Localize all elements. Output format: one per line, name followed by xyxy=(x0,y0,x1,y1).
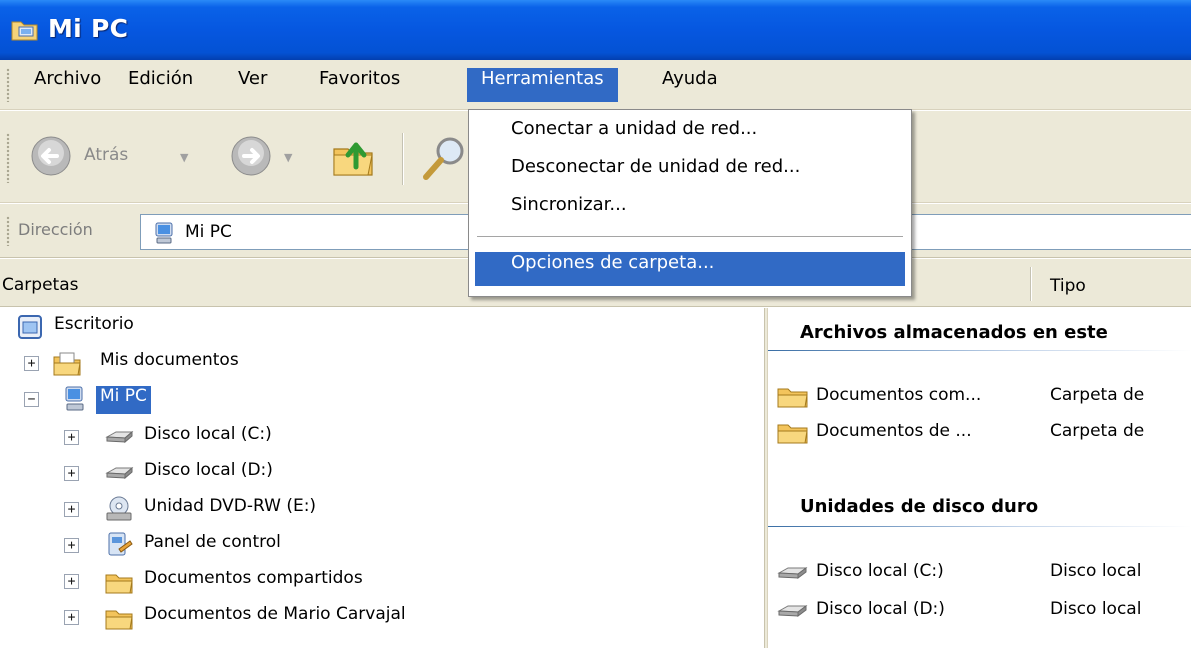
menu-archivo[interactable]: Archivo xyxy=(20,68,115,102)
group-title-stored-files: Archivos almacenados en este xyxy=(800,322,1108,343)
forward-dropdown-icon[interactable]: ▼ xyxy=(284,151,292,164)
tree-label: Disco local (D:) xyxy=(144,460,273,480)
group-divider xyxy=(768,526,1191,527)
folder-icon xyxy=(777,424,808,444)
menu-favoritos[interactable]: Favoritos xyxy=(305,68,414,102)
expand-plus-icon[interactable]: + xyxy=(64,610,79,625)
my-documents-icon xyxy=(53,352,81,376)
menu-bar: Archivo Edición Ver Favoritos Herramient… xyxy=(0,60,1191,110)
tree-label: Mis documentos xyxy=(100,350,239,370)
tree-label: Escritorio xyxy=(54,314,134,334)
expand-plus-icon[interactable]: + xyxy=(64,466,79,481)
up-folder-button[interactable] xyxy=(330,133,380,183)
hard-disk-icon xyxy=(777,567,808,579)
search-magnifier-icon xyxy=(423,137,464,180)
tree-label: Documentos de Mario Carvajal xyxy=(144,604,406,624)
menu-ver[interactable]: Ver xyxy=(224,68,281,102)
item-type: Carpeta de xyxy=(1050,421,1145,441)
folders-pane-title: Carpetas xyxy=(2,275,79,295)
item-name: Documentos de ... xyxy=(816,421,972,441)
hard-disk-icon xyxy=(105,430,134,444)
item-name: Disco local (D:) xyxy=(816,599,945,619)
group-divider xyxy=(768,350,1191,351)
item-name: Documentos com... xyxy=(816,385,982,405)
column-separator[interactable] xyxy=(1030,267,1032,301)
folder-icon xyxy=(105,610,133,630)
menu-separator xyxy=(477,236,903,237)
hard-disk-icon xyxy=(105,466,134,480)
column-header-type[interactable]: Tipo xyxy=(1050,276,1086,296)
title-bar[interactable]: Mi PC xyxy=(0,0,1191,60)
collapse-minus-icon[interactable]: − xyxy=(24,392,39,407)
tree-label: Panel de control xyxy=(144,532,281,552)
item-type: Disco local xyxy=(1050,599,1142,619)
item-name: Disco local (C:) xyxy=(816,561,944,581)
menu-item-map-network-drive[interactable]: Conectar a unidad de red... xyxy=(475,118,905,152)
folder-icon xyxy=(105,574,133,594)
my-computer-folder-icon xyxy=(11,21,38,41)
expand-plus-icon[interactable]: + xyxy=(64,502,79,517)
menu-item-synchronize[interactable]: Sincronizar... xyxy=(475,194,905,228)
tree-label: Documentos compartidos xyxy=(144,568,363,588)
menubar-grip[interactable] xyxy=(6,68,10,102)
computer-icon xyxy=(65,386,84,411)
address-value: Mi PC xyxy=(185,222,232,242)
expand-plus-icon[interactable]: + xyxy=(64,574,79,589)
search-button[interactable] xyxy=(420,133,470,183)
desktop-icon xyxy=(18,315,42,339)
tree-label: Unidad DVD-RW (E:) xyxy=(144,496,317,516)
dvd-drive-icon xyxy=(106,496,132,521)
menu-ayuda[interactable]: Ayuda xyxy=(648,68,732,102)
tools-dropdown-menu: Conectar a unidad de red... Desconectar … xyxy=(468,109,912,297)
item-type: Carpeta de xyxy=(1050,385,1145,405)
folder-icon xyxy=(777,388,808,408)
toolbar-separator xyxy=(402,133,404,185)
menu-item-disconnect-network-drive[interactable]: Desconectar de unidad de red... xyxy=(475,156,905,190)
item-type: Disco local xyxy=(1050,561,1142,581)
back-arrow-icon xyxy=(31,136,71,176)
group-title-hard-drives: Unidades de disco duro xyxy=(800,496,1039,517)
forward-button[interactable]: ▼ xyxy=(230,131,320,181)
back-dropdown-icon[interactable]: ▼ xyxy=(180,151,188,164)
back-button[interactable]: Atrás ▼ xyxy=(30,131,210,181)
control-panel-icon xyxy=(108,532,133,556)
file-list-pane: Archivos almacenados en este Documentos … xyxy=(768,308,1191,648)
window-title: Mi PC xyxy=(48,14,129,43)
hard-disk-icon xyxy=(777,605,808,617)
toolbar-grip[interactable] xyxy=(6,133,10,183)
menu-herramientas[interactable]: Herramientas xyxy=(467,68,618,102)
expand-plus-icon[interactable]: + xyxy=(64,538,79,553)
computer-icon xyxy=(155,222,173,244)
expand-plus-icon[interactable]: + xyxy=(24,356,39,371)
expand-plus-icon[interactable]: + xyxy=(64,430,79,445)
address-label: Dirección xyxy=(18,220,93,239)
folder-tree: Escritorio + Mis documentos − Mi PC + Di… xyxy=(0,308,764,648)
forward-arrow-icon xyxy=(231,136,271,176)
addressbar-grip[interactable] xyxy=(6,216,10,246)
tree-label: Mi PC xyxy=(96,386,151,414)
menu-item-folder-options[interactable]: Opciones de carpeta... xyxy=(475,252,905,286)
up-folder-icon xyxy=(333,142,373,176)
back-label: Atrás xyxy=(84,145,129,165)
tree-label: Disco local (C:) xyxy=(144,424,272,444)
menu-edicion[interactable]: Edición xyxy=(114,68,207,102)
